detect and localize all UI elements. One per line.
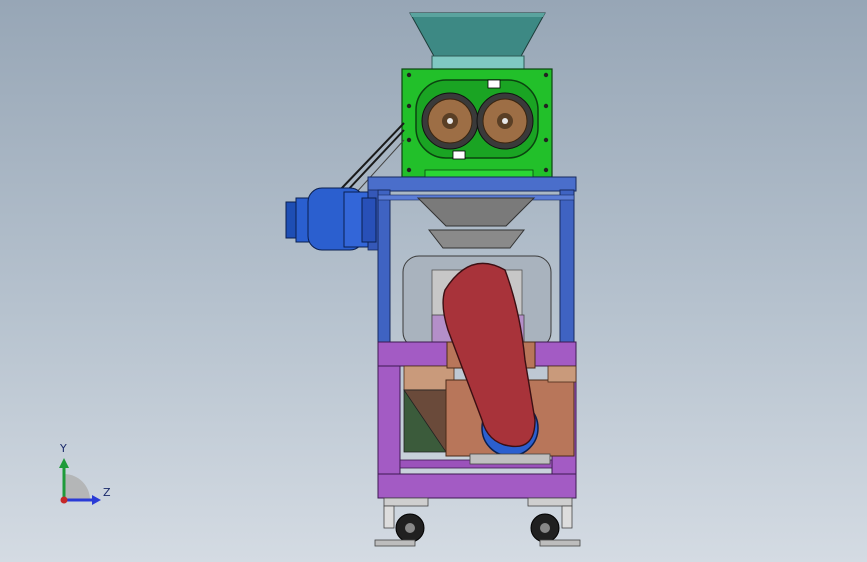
- gearbox[interactable]: [401, 68, 553, 179]
- left-caster[interactable]: [374, 497, 429, 547]
- cad-viewport[interactable]: Y Z: [0, 0, 867, 562]
- mid-funnel: [416, 197, 536, 249]
- top-hopper[interactable]: [409, 12, 546, 71]
- right-gear: [476, 92, 534, 150]
- coordinate-triad: [59, 458, 101, 505]
- left-gear: [421, 92, 479, 150]
- z-axis-label: Z: [103, 486, 111, 499]
- origin-dot: [60, 496, 68, 504]
- machine-model[interactable]: [0, 0, 867, 562]
- motor[interactable]: [285, 187, 377, 251]
- y-axis-label: Y: [60, 442, 67, 455]
- right-caster[interactable]: [527, 497, 581, 547]
